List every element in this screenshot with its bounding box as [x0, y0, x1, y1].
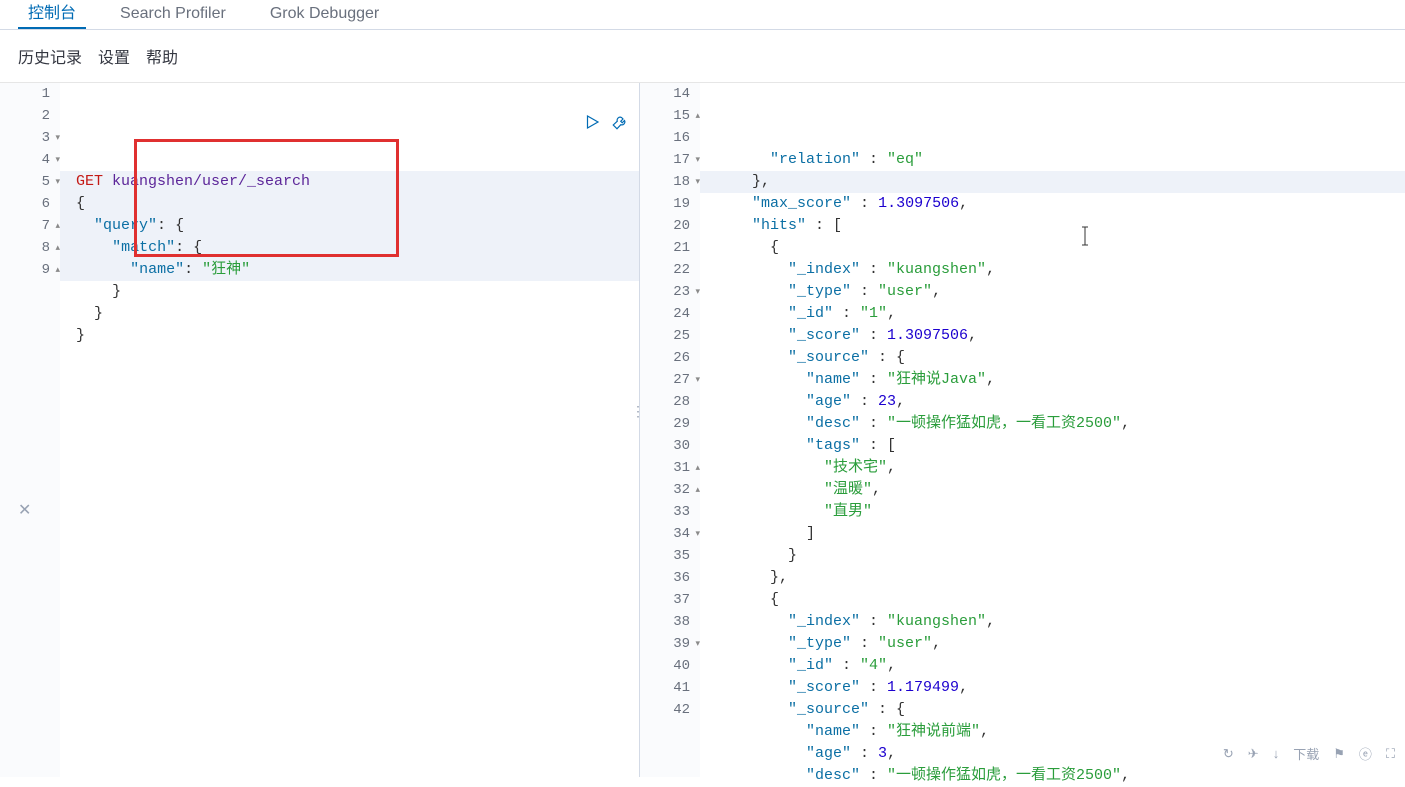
editor-panes: 123456789 GET kuangshen/user/_search{ "q… — [0, 82, 1405, 777]
bottom-toolbar: ↻ ✈ ↓ 下载 ⚑ ⓔ ⛶ — [1223, 744, 1395, 763]
tab-console[interactable]: 控制台 — [18, 0, 86, 29]
flag-icon[interactable]: ⚑ — [1333, 746, 1345, 762]
request-gutter: 123456789 — [0, 83, 60, 777]
wrench-icon[interactable] — [611, 113, 629, 134]
request-actions — [583, 113, 629, 134]
download-button[interactable]: 下载 — [1293, 744, 1319, 763]
subnav-settings[interactable]: 设置 — [98, 44, 130, 68]
refresh-icon[interactable]: ↻ — [1223, 746, 1234, 762]
top-tabbar: 控制台 Search Profiler Grok Debugger — [0, 0, 1405, 30]
response-viewer-pane: 1415161718192021222324252627282930313233… — [640, 83, 1405, 777]
response-viewer[interactable]: "relation" : "eq" }, "max_score" : 1.309… — [700, 83, 1405, 777]
subnav-help[interactable]: 帮助 — [146, 44, 178, 68]
send-icon[interactable]: ✈ — [1248, 746, 1259, 762]
tab-grok-debugger[interactable]: Grok Debugger — [260, 5, 389, 29]
sub-navbar: 历史记录 设置 帮助 — [0, 30, 1405, 82]
request-editor[interactable]: GET kuangshen/user/_search{ "query": { "… — [60, 83, 639, 777]
expand-icon[interactable]: ⛶ — [1386, 746, 1395, 762]
browser-icon[interactable]: ⓔ — [1359, 744, 1372, 763]
pane-resize-handle[interactable]: ⋮ — [631, 403, 646, 420]
arrow-down-icon[interactable]: ↓ — [1273, 746, 1280, 761]
subnav-history[interactable]: 历史记录 — [18, 44, 82, 68]
run-icon[interactable] — [583, 113, 601, 134]
close-icon[interactable]: ✕ — [18, 500, 31, 520]
response-gutter: 1415161718192021222324252627282930313233… — [640, 83, 700, 777]
request-editor-pane: 123456789 GET kuangshen/user/_search{ "q… — [0, 83, 639, 777]
tab-search-profiler[interactable]: Search Profiler — [110, 5, 236, 29]
